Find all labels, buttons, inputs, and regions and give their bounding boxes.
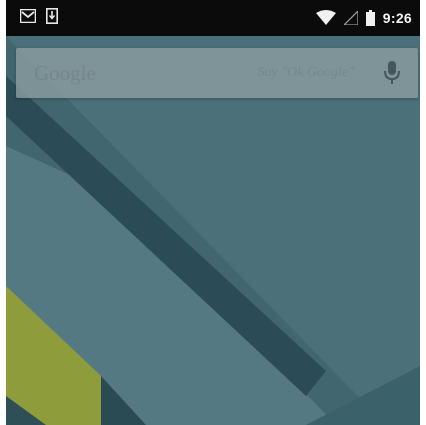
status-bar: 9:26 — [6, 0, 420, 36]
phone-screen: 9:26 Google Say "Ok Google" — [6, 0, 420, 425]
system-status-icons: 9:26 — [315, 6, 412, 30]
notification-icons — [20, 8, 58, 24]
microphone-icon[interactable] — [382, 60, 402, 86]
cellular-signal-icon — [343, 11, 358, 25]
wifi-icon — [315, 10, 336, 25]
voice-search-hint: Say "Ok Google" — [257, 65, 354, 80]
status-clock: 9:26 — [382, 10, 412, 26]
battery-icon — [365, 10, 375, 26]
download-notification-icon — [46, 8, 58, 24]
google-logo: Google — [34, 61, 96, 85]
gmail-notification-icon — [20, 9, 36, 23]
google-search-widget[interactable]: Google Say "Ok Google" — [16, 48, 418, 98]
